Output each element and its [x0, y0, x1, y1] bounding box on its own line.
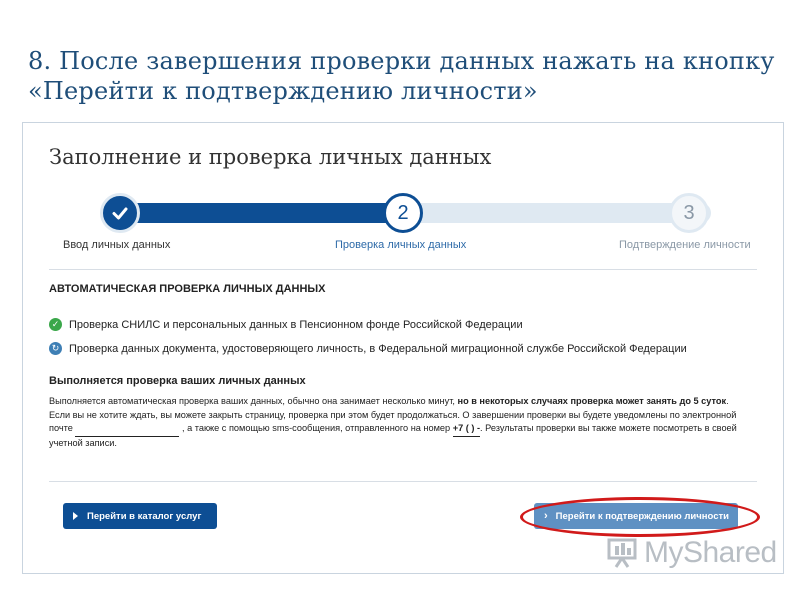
step-progress: 2 3 Ввод личных данных Проверка личных д… [23, 191, 783, 251]
info-p3: , а также с помощью sms-сообщения, отпра… [179, 423, 453, 433]
info-p1: Выполняется автоматическая проверка ваши… [49, 396, 458, 406]
progress-track-fill [121, 203, 405, 223]
check-text: Проверка данных документа, удостоверяюще… [69, 342, 687, 355]
checkmark-icon [112, 207, 128, 220]
step-2-label: Проверка личных данных [335, 239, 467, 251]
slide-title: 8. После завершения проверки данных нажа… [28, 47, 775, 105]
catalog-button[interactable]: Перейти в каталог услуг [63, 503, 217, 529]
gosuslugi-screenshot: Заполнение и проверка личных данных 2 3 … [22, 122, 784, 574]
divider [49, 269, 757, 270]
spinner-icon: ↻ [49, 342, 62, 355]
step-3-label: Подтверждение личности [619, 239, 751, 251]
step-1-done [100, 193, 140, 233]
highlight-annotation [520, 497, 760, 537]
info-text: Выполняется автоматическая проверка ваши… [49, 395, 739, 450]
info-bold: но в некоторых случаях проверка может за… [457, 396, 727, 406]
email-blank [75, 422, 180, 437]
step-3-pending: 3 [669, 193, 709, 233]
form-title: Заполнение и проверка личных данных [49, 145, 492, 169]
check-row-snils: ✓ Проверка СНИЛС и персональных данных в… [49, 318, 523, 331]
section-heading: АВТОМАТИЧЕСКАЯ ПРОВЕРКА ЛИЧНЫХ ДАННЫХ [49, 283, 326, 295]
check-circle-icon: ✓ [49, 318, 62, 331]
check-row-document: ↻ Проверка данных документа, удостоверяю… [49, 342, 687, 355]
phone-number: +7 ( ) - [452, 422, 481, 437]
watermark-logo: MyShared [606, 536, 777, 570]
catalog-button-label: Перейти в каталог услуг [87, 510, 202, 522]
check-text: Проверка СНИЛС и персональных данных в П… [69, 318, 523, 331]
progress-heading: Выполняется проверка ваших личных данных [49, 375, 306, 387]
step-1-label: Ввод личных данных [63, 239, 171, 251]
divider [49, 481, 757, 482]
arrow-right-icon [73, 512, 78, 520]
watermark-text: MyShared [644, 536, 777, 569]
presentation-board-icon [607, 538, 637, 568]
step-2-current: 2 [383, 193, 423, 233]
